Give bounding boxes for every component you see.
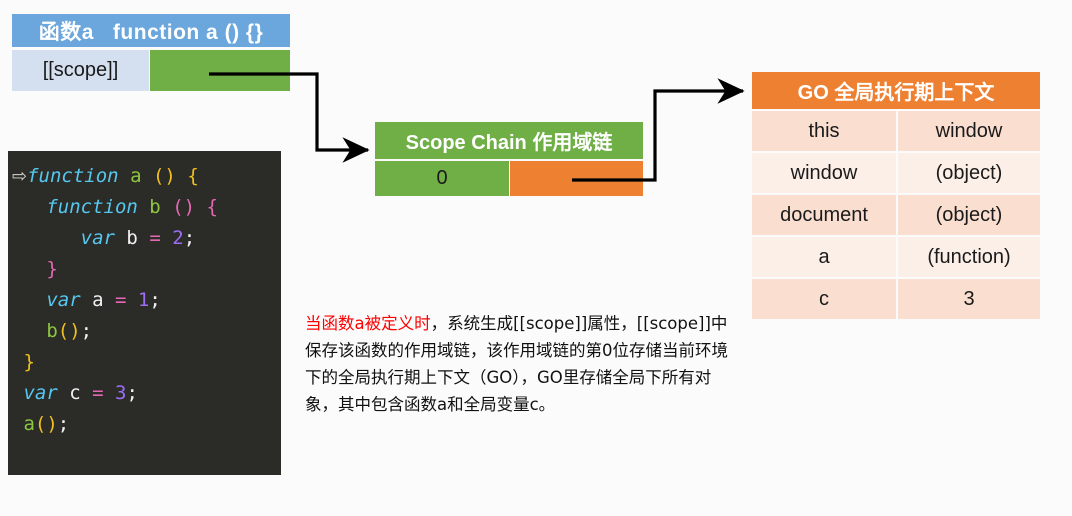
table-cell-value: (function) [898, 237, 1040, 277]
table-row: document (object) [752, 195, 1040, 235]
code-line-5: var a = 1; [46, 289, 161, 311]
table-cell-key: a [752, 237, 896, 277]
scope-property-label: [[scope]] [12, 50, 149, 91]
cursor-arrow-icon: ⇨ [12, 166, 28, 187]
table-cell-value: window [898, 111, 1040, 151]
code-line-8: var c = 3; [23, 382, 138, 404]
scope-property-value [150, 50, 290, 91]
scope-chain-row: 0 [375, 161, 643, 196]
code-line-7: } [23, 351, 35, 373]
table-cell-value: (object) [898, 195, 1040, 235]
global-object-table-body: this window window (object) document (ob… [752, 111, 1040, 319]
table-row: a (function) [752, 237, 1040, 277]
table-cell-value: (object) [898, 153, 1040, 193]
diagram-canvas: 函数a function a () {} [[scope]] ⇨function… [0, 0, 1072, 516]
code-line-2: function b () { [46, 196, 218, 218]
function-a-panel: 函数a function a () {} [[scope]] [12, 14, 290, 91]
code-line-4: } [46, 258, 58, 280]
code-line-1: ⇨function a () { [12, 165, 199, 187]
scope-property-row: [[scope]] [12, 50, 290, 91]
global-object-table-header: GO 全局执行期上下文 [752, 72, 1040, 109]
explanation-highlight: 当函数a被定义时 [305, 314, 431, 333]
code-line-3: var b = 2; [80, 227, 196, 249]
scope-chain-index: 0 [375, 161, 509, 196]
table-cell-value: 3 [898, 279, 1040, 319]
table-row: this window [752, 111, 1040, 151]
table-cell-key: this [752, 111, 896, 151]
scope-chain-value [510, 161, 643, 196]
table-cell-key: window [752, 153, 896, 193]
global-object-table: GO 全局执行期上下文 this window window (object) … [752, 72, 1040, 319]
table-row: window (object) [752, 153, 1040, 193]
scope-chain-panel: Scope Chain 作用域链 0 [375, 122, 643, 196]
table-cell-key: document [752, 195, 896, 235]
code-line-6: b(); [46, 320, 93, 342]
table-cell-key: c [752, 279, 896, 319]
table-row: c 3 [752, 279, 1040, 319]
code-snippet-block: ⇨function a () { function b () { var b =… [8, 151, 281, 475]
explanation-paragraph: 当函数a被定义时，系统生成[[scope]]属性，[[scope]]中保存该函数… [305, 310, 733, 418]
code-line-9: a(); [23, 413, 70, 435]
function-a-header: 函数a function a () {} [12, 14, 290, 47]
scope-chain-header: Scope Chain 作用域链 [375, 122, 643, 159]
